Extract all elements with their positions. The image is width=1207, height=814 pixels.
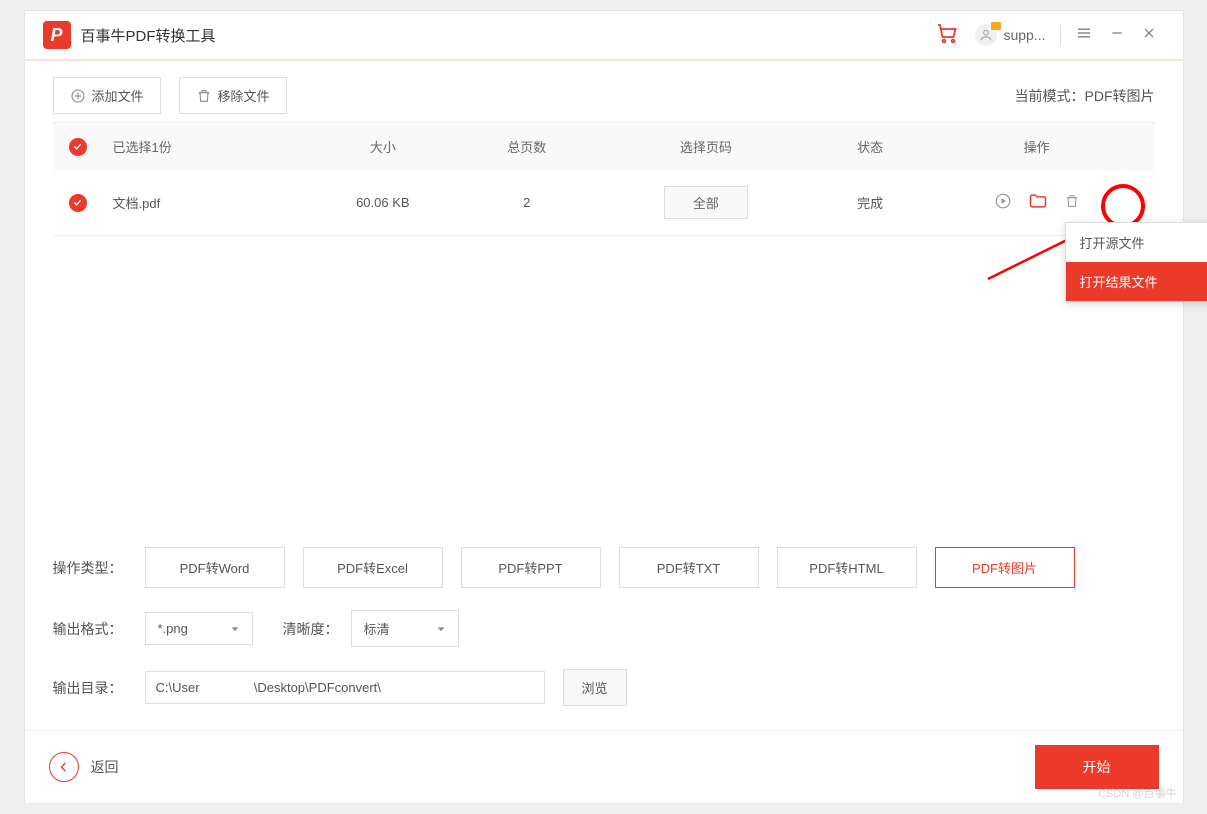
output-format-row: 输出格式： *.png 清晰度： 标清 [53, 610, 1155, 647]
col-page-select: 选择页码 [590, 123, 821, 171]
type-button-4[interactable]: PDF转HTML [777, 547, 917, 588]
app-window: P 百事牛PDF转换工具 supp... 添加文件 移除 [24, 10, 1184, 804]
type-button-0[interactable]: PDF转Word [145, 547, 285, 588]
format-dropdown[interactable]: *.png [145, 612, 253, 645]
operation-type-row: 操作类型： PDF转WordPDF转ExcelPDF转PPTPDF转TXTPDF… [53, 547, 1155, 588]
type-button-1[interactable]: PDF转Excel [303, 547, 443, 588]
divider [1060, 25, 1061, 45]
cell-pages: 2 [463, 170, 590, 236]
options-panel: 操作类型： PDF转WordPDF转ExcelPDF转PPTPDF转TXTPDF… [25, 537, 1183, 730]
cell-size: 60.06 KB [303, 170, 464, 236]
title-bar: P 百事牛PDF转换工具 supp... [25, 11, 1183, 61]
col-status: 状态 [822, 123, 919, 171]
type-button-5[interactable]: PDF转图片 [935, 547, 1075, 588]
type-buttons: PDF转Word PDF转Excel PDF转PPT PDF转TXT PDF转HTML P… [145, 547, 1093, 588]
menu-open-result[interactable]: 打开结果文件 [1066, 262, 1207, 301]
play-icon[interactable] [994, 192, 1012, 213]
start-button[interactable]: 开始 [1035, 745, 1159, 789]
watermark: CSDN @百事牛 [1098, 785, 1176, 801]
cart-icon[interactable] [935, 21, 959, 50]
output-dir-row: 输出目录： 浏览 [53, 669, 1155, 706]
delete-row-icon[interactable] [1064, 193, 1080, 212]
app-logo-icon: P [43, 21, 71, 49]
remove-file-button[interactable]: 移除文件 [179, 77, 287, 114]
toolbar: 添加文件 移除文件 当前模式：PDF转图片 [25, 61, 1183, 122]
page-select-button[interactable]: 全部 [664, 186, 748, 219]
avatar-icon [975, 24, 997, 46]
app-title: 百事牛PDF转换工具 [81, 25, 216, 46]
chevron-down-icon [230, 624, 240, 634]
row-checkbox[interactable] [69, 194, 87, 212]
row-actions [994, 191, 1080, 214]
type-button-3[interactable]: PDF转TXT [619, 547, 759, 588]
cell-filename: 文档.pdf [103, 170, 303, 236]
minimize-icon[interactable] [1109, 25, 1125, 46]
select-all-checkbox[interactable] [69, 138, 87, 156]
user-account[interactable]: supp... [975, 24, 1045, 46]
folder-context-menu: 打开源文件 打开结果文件 [1065, 222, 1207, 302]
back-arrow-icon [49, 752, 79, 782]
type-button-2[interactable]: PDF转PPT [461, 547, 601, 588]
current-mode-label: 当前模式：PDF转图片 [1015, 86, 1155, 106]
open-folder-icon[interactable] [1028, 191, 1048, 214]
menu-open-source[interactable]: 打开源文件 [1066, 223, 1207, 262]
browse-button[interactable]: 浏览 [563, 669, 627, 706]
col-selected: 已选择1份 [103, 123, 303, 171]
table-header-row: 已选择1份 大小 总页数 选择页码 状态 操作 [53, 123, 1155, 171]
menu-icon[interactable] [1075, 24, 1093, 47]
user-label: supp... [1003, 27, 1045, 43]
close-icon[interactable] [1141, 25, 1157, 46]
file-table: 已选择1份 大小 总页数 选择页码 状态 操作 文档.pdf 60.06 KB … [53, 122, 1155, 236]
quality-label: 清晰度： [283, 619, 339, 639]
footer: 返回 开始 [25, 730, 1183, 803]
col-size: 大小 [303, 123, 464, 171]
type-label: 操作类型： [53, 558, 145, 578]
col-pages: 总页数 [463, 123, 590, 171]
outdir-label: 输出目录： [53, 678, 145, 698]
cell-status: 完成 [822, 170, 919, 236]
file-table-area: 已选择1份 大小 总页数 选择页码 状态 操作 文档.pdf 60.06 KB … [25, 122, 1183, 537]
plus-circle-icon [70, 88, 86, 104]
output-dir-input[interactable] [145, 671, 545, 704]
col-action: 操作 [919, 123, 1155, 171]
quality-dropdown[interactable]: 标清 [351, 610, 459, 647]
chevron-down-icon [436, 624, 446, 634]
table-row: 文档.pdf 60.06 KB 2 全部 完成 [53, 170, 1155, 236]
add-file-button[interactable]: 添加文件 [53, 77, 161, 114]
trash-icon [196, 88, 212, 104]
back-button[interactable]: 返回 [49, 752, 119, 782]
format-label: 输出格式： [53, 619, 145, 639]
